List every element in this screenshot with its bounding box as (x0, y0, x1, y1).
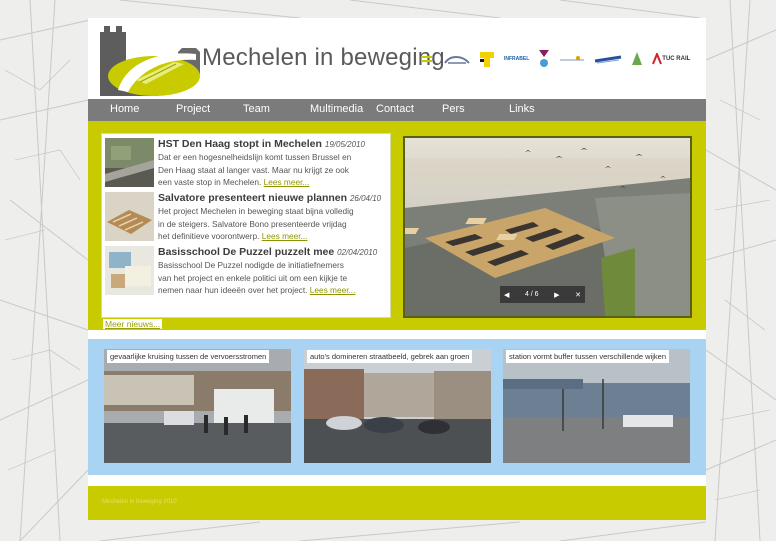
partner-logo-waterwegen[interactable] (444, 49, 470, 69)
slide-counter: 4 / 6 (524, 291, 539, 298)
nav-item-multimedia[interactable]: Multimedia (310, 103, 363, 115)
news-list: HST Den Haag stopt in Mechelen 19/05/201… (101, 133, 391, 318)
read-more-link[interactable]: Lees meer... (262, 231, 308, 241)
previous-icon[interactable]: ◀ (504, 291, 509, 299)
photo-caption: auto's domineren straatbeeld, gebrek aan… (307, 350, 473, 363)
photo-caption: station vormt buffer tussen verschillend… (506, 350, 670, 363)
news-thumbnail[interactable] (105, 192, 154, 241)
header: Mechelen in beweging INFRABEL TUC RAIL (88, 18, 706, 98)
nav-item-pers[interactable]: Pers (442, 103, 465, 115)
news-thumbnail[interactable] (105, 246, 154, 295)
nav-item-home[interactable]: Home (110, 103, 139, 115)
page-container: Mechelen in beweging INFRABEL TUC RAIL H… (88, 18, 706, 520)
nav-item-team[interactable]: Team (243, 103, 270, 115)
main-nav: Home Project Team Multimedia Contact Per… (88, 99, 706, 121)
nav-item-contact[interactable]: Contact (376, 103, 414, 115)
read-more-link[interactable]: Lees meer... (264, 177, 310, 187)
gallery-photo[interactable]: station vormt buffer tussen verschillend… (503, 349, 690, 463)
partner-logo-nmbs[interactable] (631, 49, 643, 69)
news-title[interactable]: Basisschool De Puzzel puzzelt mee (158, 246, 334, 258)
photo-gallery: gevaarlijke kruising tussen de vervoerss… (88, 339, 706, 475)
footer: Mechelen in beweging 2010 (88, 486, 706, 520)
news-summary: Het project Mechelen in beweging staat b… (158, 206, 354, 241)
partner-logo-mechelen[interactable] (538, 49, 550, 69)
partner-logo-provincie[interactable] (559, 49, 585, 69)
news-title[interactable]: HST Den Haag stopt in Mechelen (158, 138, 322, 150)
partner-logo-infrabel[interactable]: INFRABEL (504, 49, 529, 69)
photo-caption: gevaarlijke kruising tussen de vervoerss… (107, 350, 270, 363)
gallery-photo[interactable]: gevaarlijke kruising tussen de vervoerss… (104, 349, 291, 463)
partner-logo-vlaamse-overheid[interactable] (479, 49, 495, 69)
news-section: HST Den Haag stopt in Mechelen 19/05/201… (88, 121, 706, 330)
more-news-link[interactable]: Meer nieuws... (103, 319, 163, 329)
slideshow[interactable]: ◀ 4 / 6 ▶ ✕ (403, 136, 692, 318)
read-more-link[interactable]: Lees meer... (310, 285, 356, 295)
news-item: HST Den Haag stopt in Mechelen 19/05/201… (105, 138, 389, 191)
nav-item-project[interactable]: Project (176, 103, 210, 115)
news-date: 02/04/2010 (337, 248, 378, 257)
title-accent-icon (421, 56, 432, 64)
news-item: Basisschool De Puzzel puzzelt mee 02/04/… (105, 246, 389, 299)
site-title: Mechelen in beweging (202, 44, 445, 71)
news-summary: Basisschool De Puzzel nodigde de initiat… (158, 260, 356, 295)
news-thumbnail[interactable] (105, 138, 154, 187)
news-summary: Dat er een hogesnelheidslijn komt tussen… (158, 152, 352, 187)
logo[interactable] (96, 24, 206, 96)
news-date: 19/05/2010 (324, 140, 365, 149)
gallery-photo[interactable]: auto's domineren straatbeeld, gebrek aan… (304, 349, 491, 463)
slideshow-controls: ◀ 4 / 6 ▶ ✕ (500, 286, 585, 303)
news-title[interactable]: Salvatore presenteert nieuwe plannen (158, 192, 347, 204)
nav-item-links[interactable]: Links (509, 103, 535, 115)
close-icon[interactable]: ✕ (575, 291, 581, 299)
partner-logos: INFRABEL TUC RAIL (444, 48, 690, 70)
partner-logo-de-lijn[interactable] (594, 49, 622, 69)
news-item: Salvatore presenteert nieuwe plannen 26/… (105, 192, 389, 245)
next-icon[interactable]: ▶ (554, 291, 559, 299)
footer-copyright: Mechelen in beweging 2010 (102, 499, 177, 505)
partner-logo-tucrail[interactable]: TUC RAIL (652, 49, 690, 69)
news-date: 26/04/10 (349, 194, 382, 203)
